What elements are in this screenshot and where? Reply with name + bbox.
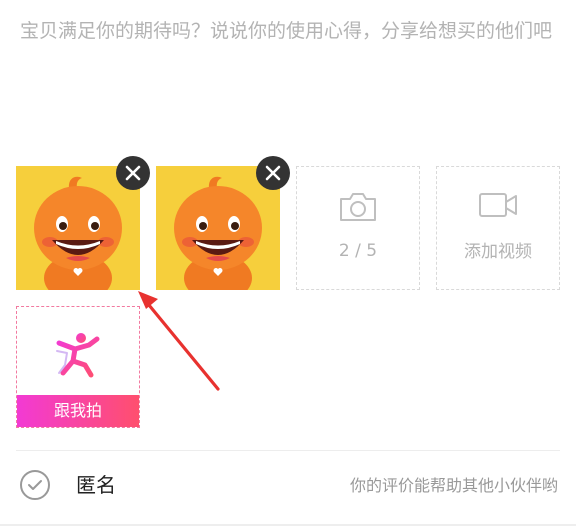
close-icon <box>265 165 281 181</box>
add-photo-button[interactable]: 2 / 5 <box>296 166 420 290</box>
review-help-text: 你的评价能帮助其他小伙伴哟 <box>349 476 558 495</box>
dancer-icon <box>56 333 100 378</box>
review-textarea[interactable]: 宝贝满足你的期待吗？说说你的使用心得，分享给想买的他们吧 <box>20 16 560 46</box>
video-camera-icon <box>479 192 517 217</box>
remove-photo-button[interactable] <box>256 156 290 190</box>
follow-me-label: 跟我拍 <box>17 395 139 427</box>
anonymous-checkbox[interactable] <box>20 470 50 500</box>
add-video-label: 添加视频 <box>464 241 532 262</box>
annotation-arrow-icon <box>138 291 220 391</box>
remove-photo-button[interactable] <box>116 156 150 190</box>
photo-count: 2 / 5 <box>338 241 378 261</box>
add-video-button[interactable]: 添加视频 <box>436 166 560 290</box>
check-icon <box>28 480 42 490</box>
anonymous-label[interactable]: 匿名 <box>76 471 116 499</box>
camera-icon <box>340 193 376 221</box>
close-icon <box>125 165 141 181</box>
follow-me-button[interactable]: 跟我拍 <box>16 306 140 428</box>
divider <box>16 450 560 451</box>
